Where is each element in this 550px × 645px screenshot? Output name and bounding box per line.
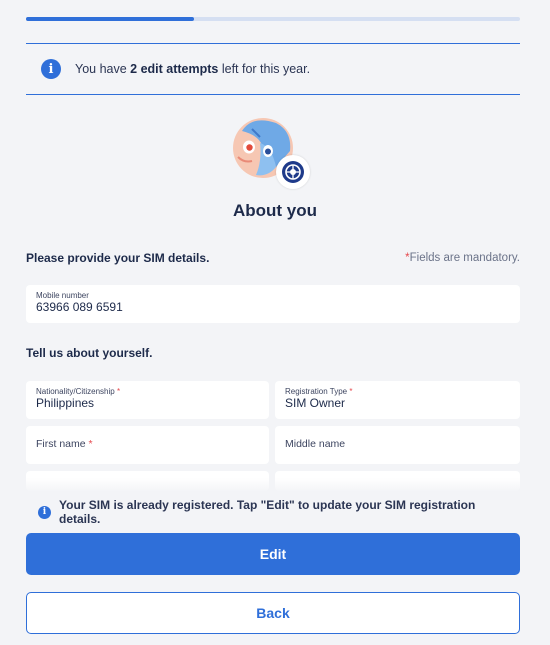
registration-type-label: Registration Type bbox=[285, 387, 348, 396]
about-section-header: Tell us about yourself. bbox=[26, 346, 520, 360]
edit-attempts-count: 2 edit attempts bbox=[130, 62, 219, 76]
avatar-illustration bbox=[232, 117, 314, 191]
sim-section-header: Please provide your SIM details. *Fields… bbox=[26, 251, 520, 265]
info-icon: i bbox=[41, 59, 61, 79]
registered-notice-text: Your SIM is already registered. Tap "Edi… bbox=[59, 498, 476, 526]
mobile-number-label: Mobile number bbox=[36, 291, 89, 300]
nationality-label: Nationality/Citizenship bbox=[36, 387, 115, 396]
first-name-field[interactable]: First name * bbox=[26, 426, 269, 464]
info-icon: i bbox=[38, 505, 51, 519]
mobile-number-field: Mobile number 63966 089 6591 bbox=[26, 285, 520, 323]
page-title: About you bbox=[232, 201, 318, 220]
globe-badge bbox=[276, 155, 310, 189]
sim-section-label: Please provide your SIM details. bbox=[26, 251, 210, 265]
first-name-label: First name bbox=[36, 438, 86, 450]
mandatory-note: *Fields are mandatory. bbox=[405, 252, 520, 264]
edit-attempts-text: You have 2 edit attempts left for this y… bbox=[75, 62, 311, 76]
registration-type-field[interactable]: Registration Type * SIM Owner bbox=[275, 381, 520, 419]
edit-attempts-notice: i You have 2 edit attempts left for this… bbox=[26, 43, 520, 95]
about-section-label: Tell us about yourself. bbox=[26, 346, 153, 360]
registration-type-value: SIM Owner bbox=[285, 396, 346, 410]
middle-name-field[interactable]: Middle name bbox=[275, 426, 520, 464]
registered-notice: i Your SIM is already registered. Tap "E… bbox=[26, 498, 520, 526]
globe-icon bbox=[282, 161, 304, 183]
edit-button[interactable]: Edit bbox=[26, 533, 520, 575]
mobile-number-value: 63966 089 6591 bbox=[36, 300, 123, 314]
nationality-field[interactable]: Nationality/Citizenship * Philippines bbox=[26, 381, 269, 419]
scroll-fade bbox=[0, 478, 550, 492]
nationality-value: Philippines bbox=[36, 396, 95, 410]
progress-fill bbox=[26, 17, 194, 21]
progress-bar bbox=[26, 17, 520, 21]
middle-name-label: Middle name bbox=[285, 438, 346, 450]
back-button[interactable]: Back bbox=[26, 592, 520, 634]
